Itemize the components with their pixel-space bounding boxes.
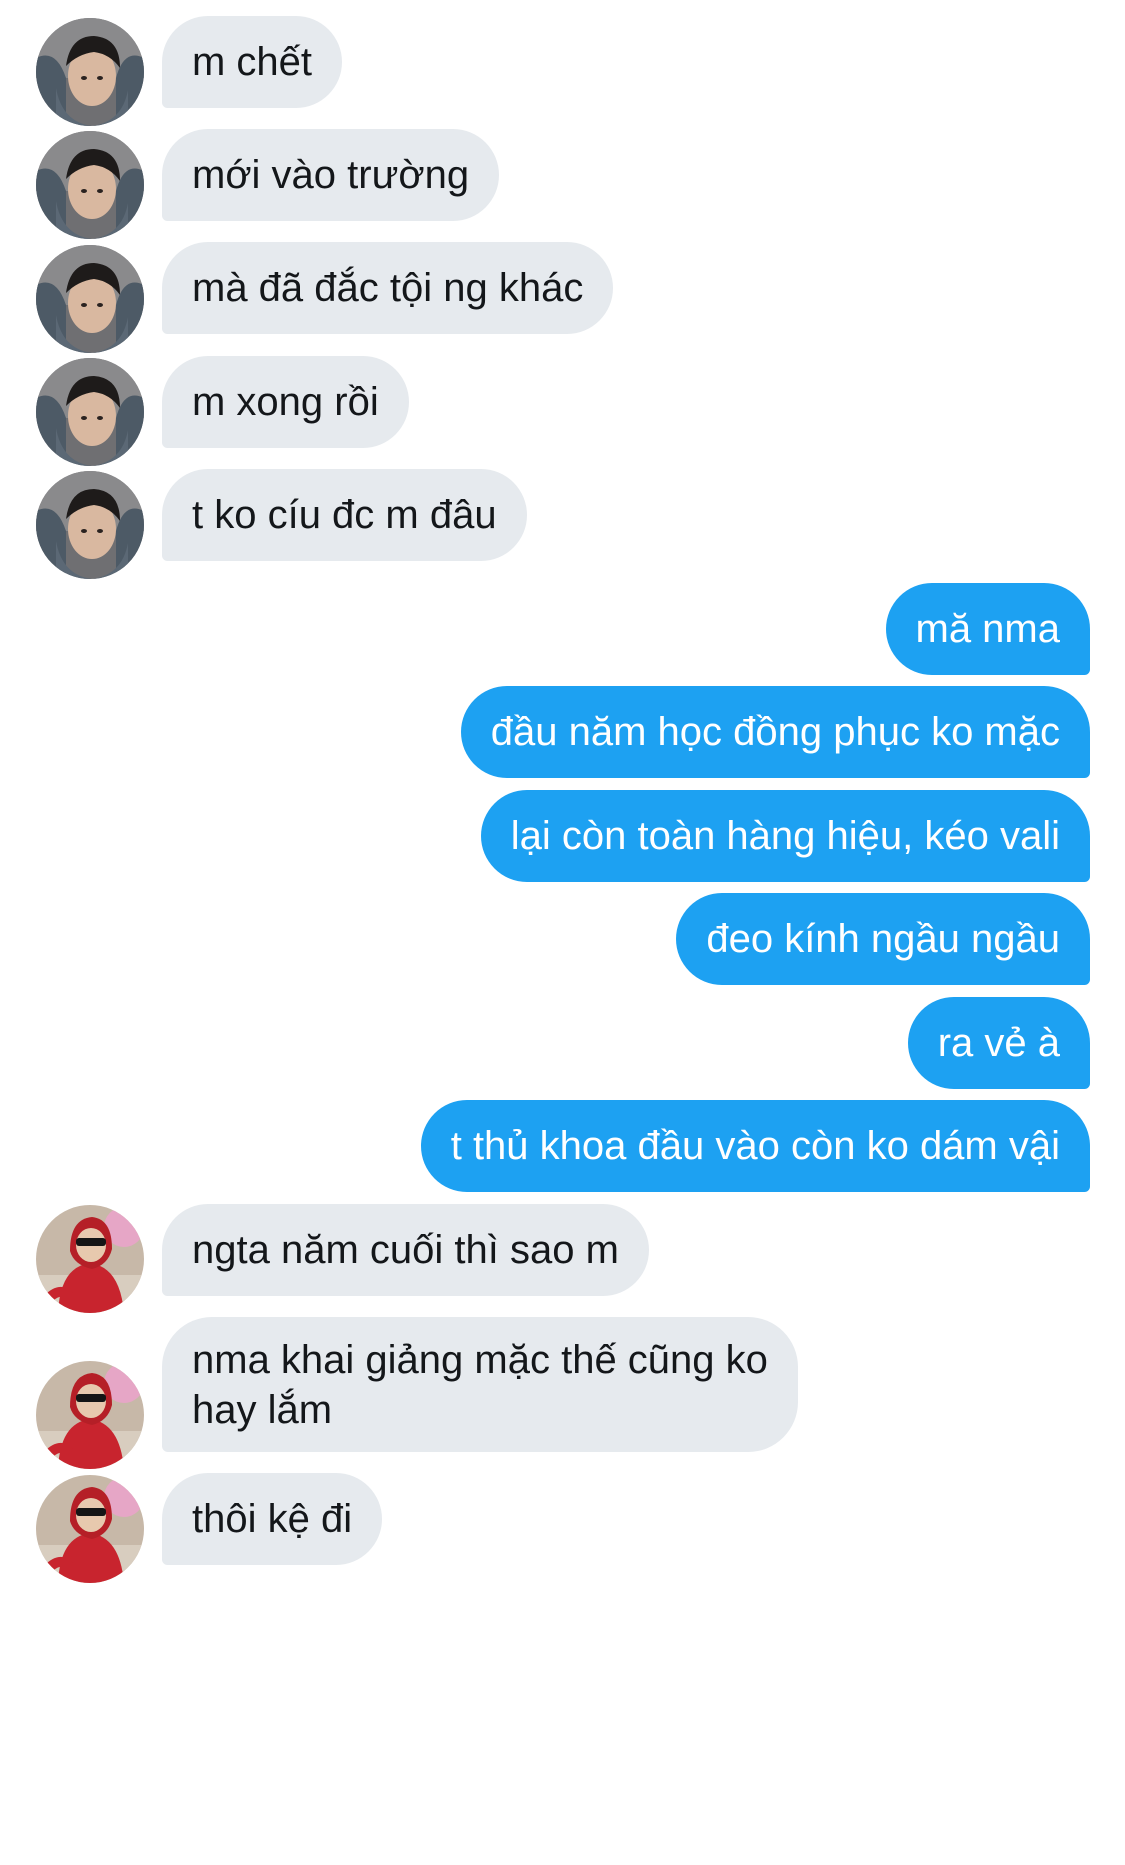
incoming-message-bubble[interactable]: m xong rồi [162, 356, 409, 448]
avatar-boy-icon [36, 131, 144, 239]
avatar-red-hoodie-icon [36, 1361, 144, 1469]
conversation-view: m chết mới vào trường mà đã đắc tội ng k… [0, 0, 1125, 1865]
message-text: m xong rồi [192, 380, 379, 424]
avatar-boy-icon [36, 245, 144, 353]
outgoing-message-bubble[interactable]: ra vẻ à [907, 997, 1090, 1089]
avatar-red-hoodie-icon [36, 1475, 144, 1583]
message-text: t thủ khoa đầu vào còn ko dám vậi [450, 1124, 1060, 1168]
avatar[interactable] [36, 358, 144, 466]
message-text: thôi kệ đi [192, 1497, 353, 1541]
incoming-message-bubble[interactable]: t ko cíu đc m đâu [162, 469, 527, 561]
message-text: mă nma [915, 607, 1061, 651]
avatar-red-hoodie-icon [36, 1205, 144, 1313]
message-text: ngta năm cuối thì sao m [192, 1228, 619, 1272]
message-text-line: nma khai giảng mặc thế cũng ko [192, 1337, 768, 1382]
avatar[interactable] [36, 1205, 144, 1313]
outgoing-message-bubble[interactable]: đeo kính ngầu ngầu [676, 893, 1090, 985]
avatar-boy-icon [36, 18, 144, 126]
avatar[interactable] [36, 1361, 144, 1469]
message-text: t ko cíu đc m đâu [192, 493, 497, 537]
incoming-message-bubble[interactable]: m chết [162, 16, 343, 108]
outgoing-message-bubble[interactable]: mă nma [885, 583, 1090, 675]
incoming-message-bubble[interactable]: mới vào trường [162, 129, 500, 221]
message-text: lại còn toàn hàng hiệu, kéo vali [510, 814, 1060, 858]
avatar[interactable] [36, 131, 144, 239]
message-text: mà đã đắc tội ng khác [192, 266, 584, 310]
incoming-message-bubble[interactable]: thôi kệ đi [162, 1473, 383, 1565]
incoming-message-bubble[interactable]: nma khai giảng mặc thế cũng ko hay lắm [162, 1317, 798, 1452]
message-text: đeo kính ngầu ngầu [706, 917, 1060, 961]
outgoing-message-bubble[interactable]: đầu năm học đồng phục ko mặc [460, 686, 1090, 778]
incoming-message-bubble[interactable]: mà đã đắc tội ng khác [162, 242, 614, 334]
message-text: ra vẻ à [937, 1021, 1060, 1065]
message-text-line: hay lắm [192, 1387, 333, 1432]
avatar[interactable] [36, 1475, 144, 1583]
avatar-boy-icon [36, 471, 144, 579]
avatar[interactable] [36, 245, 144, 353]
outgoing-message-bubble[interactable]: lại còn toàn hàng hiệu, kéo vali [480, 790, 1090, 882]
avatar-boy-icon [36, 358, 144, 466]
outgoing-message-bubble[interactable]: t thủ khoa đầu vào còn ko dám vậi [420, 1100, 1090, 1192]
incoming-message-bubble[interactable]: ngta năm cuối thì sao m [162, 1204, 649, 1296]
avatar[interactable] [36, 18, 144, 126]
avatar[interactable] [36, 471, 144, 579]
message-text: đầu năm học đồng phục ko mặc [490, 710, 1060, 754]
message-text: mới vào trường [192, 153, 470, 197]
message-text: m chết [192, 40, 313, 84]
